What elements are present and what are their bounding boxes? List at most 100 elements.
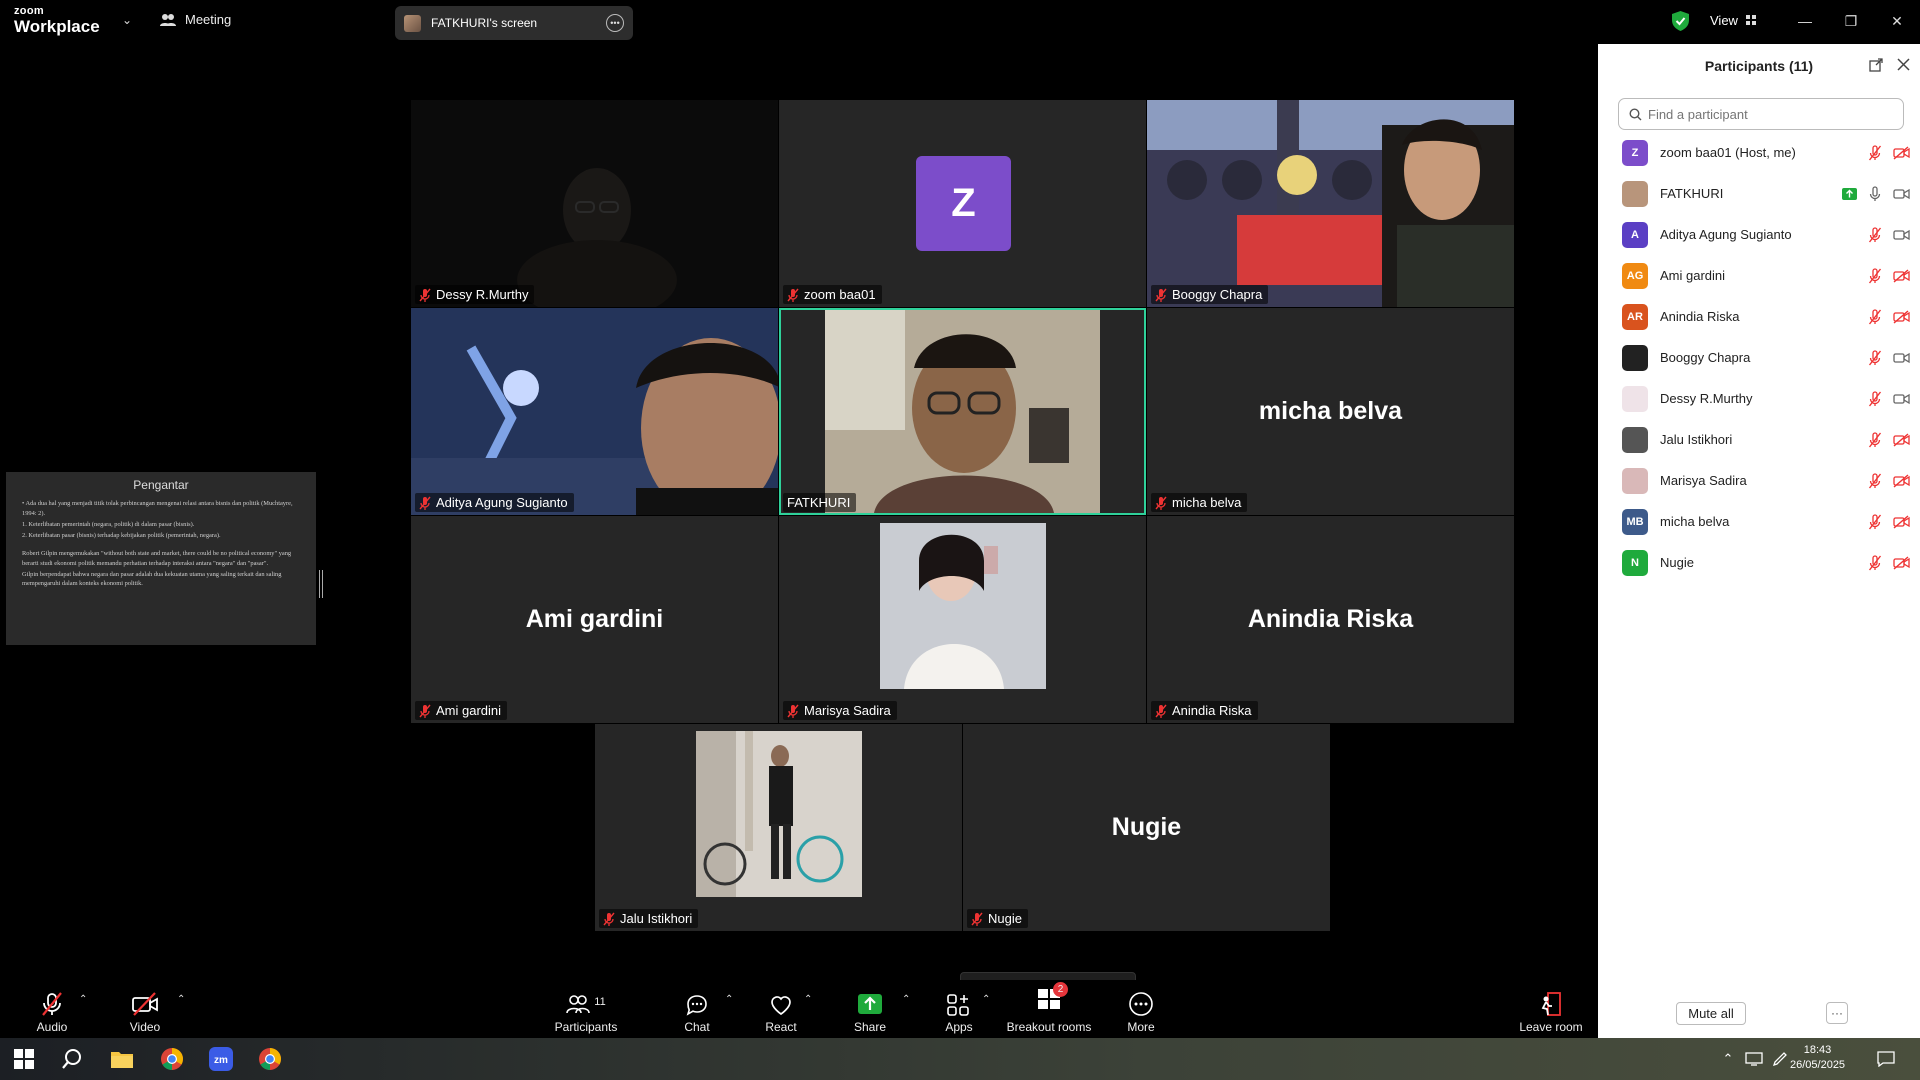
mic-off-icon[interactable] — [1868, 309, 1882, 325]
participant-row[interactable]: AR Anindia Riska — [1598, 296, 1920, 337]
mic-off-icon[interactable] — [1868, 227, 1882, 243]
windows-start-icon[interactable] — [10, 1045, 38, 1073]
participant-name: zoom baa01 (Host, me) — [1660, 145, 1796, 160]
more-options-icon[interactable]: ••• — [606, 14, 624, 32]
mic-off-icon[interactable] — [1868, 268, 1882, 284]
participant-row[interactable]: Dessy R.Murthy — [1598, 378, 1920, 419]
video-off-icon[interactable] — [1893, 515, 1910, 529]
logo-line2: Workplace — [14, 17, 100, 36]
shared-slide-thumbnail[interactable]: Pengantar • Ada dua hal yang menjadi tit… — [6, 472, 316, 645]
mic-off-icon[interactable] — [1868, 473, 1882, 489]
name-label: Booggy Chapra — [1151, 285, 1269, 304]
encryption-shield-icon[interactable] — [1672, 11, 1689, 31]
chat-options-caret[interactable]: ⌃ — [725, 994, 733, 1005]
participant-row[interactable]: A Aditya Agung Sugianto — [1598, 214, 1920, 255]
video-label: Video — [129, 1020, 161, 1034]
react-options-caret[interactable]: ⌃ — [804, 994, 812, 1005]
video-off-icon[interactable] — [1893, 433, 1910, 447]
share-screen-icon — [858, 994, 882, 1014]
audio-options-caret[interactable]: ⌃ — [79, 994, 87, 1005]
video-off-icon[interactable] — [1893, 269, 1910, 283]
mic-off-icon — [1155, 704, 1167, 718]
participant-row[interactable]: Booggy Chapra — [1598, 337, 1920, 378]
share-button[interactable]: Share — [853, 980, 887, 1038]
participant-row[interactable]: N Nugie — [1598, 542, 1920, 583]
apps-button[interactable]: Apps — [943, 980, 975, 1038]
video-off-icon[interactable] — [1893, 556, 1910, 570]
zoom-app-icon[interactable]: zm — [207, 1045, 235, 1073]
mic-off-icon[interactable] — [1868, 514, 1882, 530]
participant-row[interactable]: Marisya Sadira — [1598, 460, 1920, 501]
network-icon[interactable] — [1740, 1045, 1768, 1073]
participant-row[interactable]: FATKHURI — [1598, 173, 1920, 214]
chrome-icon[interactable] — [158, 1045, 186, 1073]
video-tile-jalu[interactable]: Jalu Istikhori — [595, 724, 962, 931]
close-button[interactable]: ✕ — [1874, 8, 1920, 34]
apps-options-caret[interactable]: ⌃ — [982, 994, 990, 1005]
video-on-icon[interactable] — [1893, 228, 1910, 242]
pop-out-icon[interactable] — [1869, 58, 1883, 72]
video-tile-aditya[interactable]: Aditya Agung Sugianto — [411, 308, 778, 515]
video-on-icon[interactable] — [1893, 351, 1910, 365]
participants-button[interactable]: 11 Participants — [552, 980, 620, 1038]
video-tile-nugie[interactable]: Nugie Nugie — [963, 724, 1330, 931]
mute-all-button[interactable]: Mute all — [1676, 1002, 1746, 1025]
clock-date: 26/05/2025 — [1790, 1059, 1846, 1071]
video-tile-zoom-baa01[interactable]: Z zoom baa01 — [779, 100, 1146, 307]
notification-icon[interactable] — [1872, 1045, 1900, 1073]
show-hidden-icons[interactable]: ⌃ — [1714, 1045, 1742, 1073]
breakout-rooms-button[interactable]: 2 Breakout rooms — [1005, 980, 1093, 1038]
participant-row[interactable]: MB micha belva — [1598, 501, 1920, 542]
participant-row[interactable]: Zzoom baa01 (Host, me) — [1598, 132, 1920, 173]
video-tile-dessy[interactable]: Dessy R.Murthy — [411, 100, 778, 307]
video-off-icon[interactable] — [1893, 146, 1910, 160]
video-options-caret[interactable]: ⌃ — [177, 994, 185, 1005]
chat-button[interactable]: Chat — [682, 980, 712, 1038]
participant-name: Jalu Istikhori — [1660, 432, 1733, 447]
meeting-toolbar: Audio ⌃ Video ⌃ 11 Participants Chat ⌃ R… — [0, 980, 1598, 1038]
file-explorer-icon[interactable] — [108, 1045, 136, 1073]
maximize-button[interactable]: ❐ — [1828, 8, 1874, 34]
panel-resize-handle[interactable] — [319, 570, 323, 598]
video-off-icon[interactable] — [1893, 474, 1910, 488]
participant-row[interactable]: Jalu Istikhori — [1598, 419, 1920, 460]
meeting-menu-button[interactable]: Meeting — [160, 12, 231, 27]
react-button[interactable]: React — [765, 980, 797, 1038]
search-icon[interactable] — [58, 1045, 86, 1073]
chrome-active-icon[interactable] — [256, 1045, 284, 1073]
participant-search[interactable] — [1618, 98, 1904, 130]
video-tile-anindia[interactable]: Anindia Riska Anindia Riska — [1147, 516, 1514, 723]
mic-off-icon[interactable] — [1868, 432, 1882, 448]
chevron-down-icon[interactable]: ⌄ — [122, 13, 132, 27]
video-tile-booggy[interactable]: Booggy Chapra — [1147, 100, 1514, 307]
participant-avatar: A — [1622, 221, 1648, 248]
video-on-icon[interactable] — [1893, 187, 1910, 201]
view-button[interactable]: View — [1710, 13, 1757, 28]
name-label: Marisya Sadira — [783, 701, 897, 720]
search-input[interactable] — [1648, 106, 1888, 122]
video-button[interactable]: Video — [124, 980, 166, 1038]
participant-name: FATKHURI — [1660, 186, 1724, 201]
mic-off-icon[interactable] — [1868, 350, 1882, 366]
more-button[interactable]: More — [1125, 980, 1157, 1038]
audio-button[interactable]: Audio — [30, 980, 74, 1038]
mic-off-icon[interactable] — [1868, 555, 1882, 571]
leave-room-button[interactable]: Leave room — [1516, 980, 1586, 1038]
mic-on-icon[interactable] — [1868, 186, 1882, 202]
screen-share-pill[interactable]: FATKHURI's screen ••• — [395, 6, 633, 40]
mic-off-icon[interactable] — [1868, 391, 1882, 407]
video-on-icon[interactable] — [1893, 392, 1910, 406]
video-tile-micha[interactable]: micha belva micha belva — [1147, 308, 1514, 515]
video-off-icon[interactable] — [1893, 310, 1910, 324]
participant-video — [825, 310, 1100, 513]
participant-row[interactable]: AG Ami gardini — [1598, 255, 1920, 296]
close-icon[interactable] — [1897, 58, 1910, 71]
video-tile-fatkhuri[interactable]: FATKHURI — [779, 308, 1146, 515]
panel-more-button[interactable]: ··· — [1826, 1002, 1848, 1024]
minimize-button[interactable]: — — [1782, 8, 1828, 34]
video-tile-marisya[interactable]: Marisya Sadira — [779, 516, 1146, 723]
video-tile-ami[interactable]: Ami gardini Ami gardini — [411, 516, 778, 723]
system-clock[interactable]: 18:43 26/05/2025 — [1790, 1043, 1845, 1073]
mic-off-icon[interactable] — [1868, 145, 1882, 161]
share-options-caret[interactable]: ⌃ — [902, 994, 910, 1005]
